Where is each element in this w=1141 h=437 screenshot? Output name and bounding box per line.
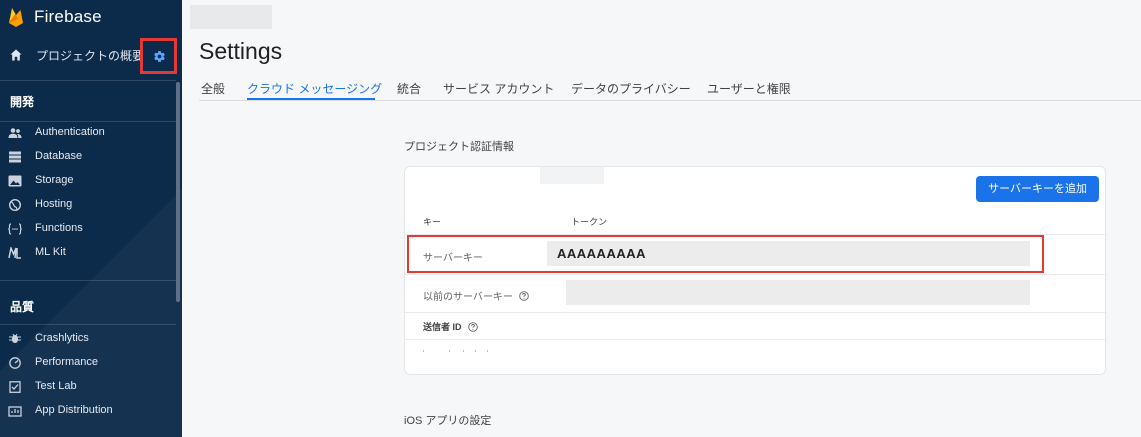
sidebar-item-label: Performance [35,356,98,368]
sidebar-item-label: ML Kit [35,246,66,258]
gear-icon [154,51,165,62]
project-selector[interactable] [190,5,272,29]
server-key-highlight [407,235,1044,273]
sender-id-label: 送信者 ID [423,320,478,333]
row-label-text: 送信者 ID [423,322,462,332]
project-overview-label: プロジェクトの概要 [36,49,145,63]
sidebar: Firebase プロジェクトの概要 開発 Authentication Dat… [0,0,182,437]
credentials-card: サーバーキーを追加 キー トークン サーバーキー AAAAAAAAA 以前のサー… [404,166,1106,375]
sidebar-item-label: Storage [35,174,74,186]
sender-id-value-redacted [423,350,493,353]
add-server-key-button[interactable]: サーバーキーを追加 [976,176,1099,202]
sidebar-item-label: Hosting [35,198,73,210]
sidebar-item-label: App Distribution [35,404,113,416]
ml-icon [8,247,21,259]
project-settings-button[interactable] [140,38,177,74]
checklist-icon [9,381,21,393]
ios-section-title: iOS アプリの設定 [404,415,492,427]
legacy-server-key-label: 以前のサーバーキー [423,288,529,303]
sidebar-item-ml-kit[interactable]: ML Kit [0,242,176,264]
help-icon[interactable] [519,290,529,301]
card-tag-chip [540,167,604,184]
row-divider [405,274,1105,275]
sidebar-divider [0,324,176,325]
sidebar-item-database[interactable]: Database [0,146,176,168]
row-divider [405,312,1105,313]
database-icon [9,151,21,163]
row-label-text: 以前のサーバーキー [423,292,513,303]
bug-icon [9,333,21,343]
sidebar-item-label: Crashlytics [35,332,89,344]
brand[interactable]: Firebase [8,6,102,28]
sidebar-item-app-distribution[interactable]: App Distribution [0,400,176,422]
page-title: Settings [199,38,283,64]
tab-cloud-messaging[interactable]: クラウド メッセージング [247,80,382,97]
sidebar-item-crashlytics[interactable]: Crashlytics [0,328,176,350]
firebase-logo-icon [9,8,23,27]
tab-users-permissions[interactable]: ユーザーと権限 [707,80,791,97]
tab-integrations[interactable]: 統合 [397,80,421,97]
credentials-section-title: プロジェクト認証情報 [404,141,514,153]
brand-name: Firebase [34,7,102,26]
sidebar-section-quality[interactable]: 品質 [10,298,34,315]
sidebar-item-authentication[interactable]: Authentication [0,122,176,144]
sidebar-item-label: Authentication [35,126,105,138]
column-header-key: キー [423,217,442,227]
help-icon[interactable] [467,321,478,332]
speedometer-icon [9,357,21,369]
globe-icon [9,199,21,211]
tab-general[interactable]: 全般 [201,80,225,97]
tabs-divider [199,100,1141,101]
sidebar-divider [0,80,176,81]
sidebar-item-label: Functions [35,222,83,234]
legacy-server-key-token[interactable] [566,280,1030,305]
sidebar-item-label: Database [35,150,83,162]
distribution-icon [8,406,22,417]
sidebar-item-hosting[interactable]: Hosting [0,194,176,216]
sidebar-scrollbar[interactable] [176,82,180,302]
sidebar-item-label: Test Lab [35,380,77,392]
sidebar-divider [0,280,176,281]
sidebar-item-storage[interactable]: Storage [0,170,176,192]
image-icon [8,175,22,187]
functions-icon [8,223,22,235]
tab-data-privacy[interactable]: データのプライバシー [571,80,691,97]
sidebar-item-performance[interactable]: Performance [0,352,176,374]
column-header-token: トークン [571,217,608,227]
tab-service-accounts[interactable]: サービス アカウント [443,80,554,97]
main-content: Settings 全般 クラウド メッセージング 統合 サービス アカウント デ… [182,0,1141,437]
people-icon [8,128,22,138]
home-icon [10,49,22,61]
row-divider [405,339,1105,340]
sidebar-item-test-lab[interactable]: Test Lab [0,376,176,398]
sidebar-item-functions[interactable]: Functions [0,218,176,240]
sidebar-section-develop[interactable]: 開発 [10,93,34,110]
